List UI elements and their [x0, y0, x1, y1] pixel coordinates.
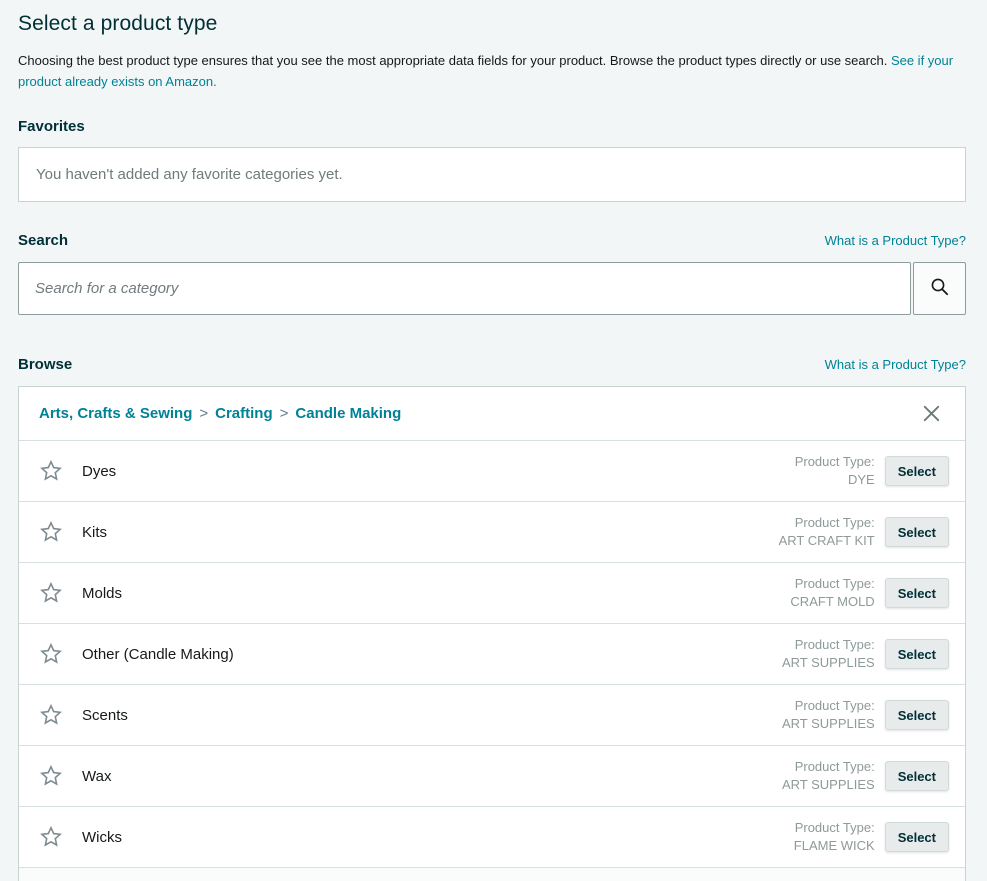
- select-button[interactable]: Select: [885, 700, 949, 730]
- star-icon: [39, 837, 63, 852]
- breadcrumb: Arts, Crafts & Sewing>Crafting>Candle Ma…: [39, 405, 401, 422]
- category-name: Molds: [82, 585, 122, 602]
- select-button[interactable]: Select: [885, 517, 949, 547]
- star-icon: [39, 532, 63, 547]
- product-type-info: Product Type: ART SUPPLIES: [782, 636, 875, 672]
- product-type-label: Product Type:: [795, 820, 875, 835]
- page-content: Select a product type Choosing the best …: [0, 0, 987, 881]
- star-icon: [39, 471, 63, 486]
- search-button[interactable]: [913, 262, 966, 315]
- favorite-star-button[interactable]: [39, 581, 63, 605]
- browse-header: Browse What is a Product Type?: [18, 356, 966, 373]
- breadcrumb-item-crafting[interactable]: Crafting: [215, 405, 273, 422]
- favorite-star-button[interactable]: [39, 703, 63, 727]
- category-name: Kits: [82, 524, 107, 541]
- product-type-info: Product Type: ART SUPPLIES: [782, 697, 875, 733]
- product-type-info: Product Type: ART SUPPLIES: [782, 758, 875, 794]
- page-description-text: Choosing the best product type ensures t…: [18, 53, 891, 68]
- favorite-star-button[interactable]: [39, 764, 63, 788]
- table-row: Scents Product Type: ART SUPPLIES Select: [19, 685, 965, 746]
- search-header: Search What is a Product Type?: [18, 232, 966, 249]
- product-type-value: ART CRAFT KIT: [779, 533, 875, 548]
- star-icon: [39, 593, 63, 608]
- breadcrumb-item-candle-making[interactable]: Candle Making: [295, 405, 401, 422]
- product-type-label: Product Type:: [795, 759, 875, 774]
- select-button[interactable]: Select: [885, 578, 949, 608]
- favorites-box: You haven't added any favorite categorie…: [18, 147, 966, 202]
- table-row: Wax Product Type: ART SUPPLIES Select: [19, 746, 965, 807]
- product-type-label: Product Type:: [795, 698, 875, 713]
- star-icon: [39, 776, 63, 791]
- product-type-value: ART SUPPLIES: [782, 655, 875, 670]
- product-type-value: ART SUPPLIES: [782, 777, 875, 792]
- select-button[interactable]: Select: [885, 822, 949, 852]
- favorite-star-button[interactable]: [39, 642, 63, 666]
- favorites-heading: Favorites: [18, 118, 966, 135]
- breadcrumb-separator: >: [192, 405, 215, 422]
- star-icon: [39, 654, 63, 669]
- select-button[interactable]: Select: [885, 639, 949, 669]
- table-row: Dyes Product Type: DYE Select: [19, 441, 965, 502]
- favorite-star-button[interactable]: [39, 520, 63, 544]
- table-row: Kits Product Type: ART CRAFT KIT Select: [19, 502, 965, 563]
- search-row: [18, 262, 966, 315]
- page-title: Select a product type: [18, 12, 966, 36]
- browse-heading: Browse: [18, 356, 72, 373]
- table-row-partial: [19, 868, 965, 881]
- product-type-info: Product Type: FLAME WICK: [794, 819, 875, 855]
- select-button[interactable]: Select: [885, 761, 949, 791]
- product-type-value: DYE: [848, 472, 875, 487]
- breadcrumb-item-arts-crafts-sewing[interactable]: Arts, Crafts & Sewing: [39, 405, 192, 422]
- breadcrumb-separator: >: [273, 405, 296, 422]
- favorite-star-button[interactable]: [39, 825, 63, 849]
- browse-container: Arts, Crafts & Sewing>Crafting>Candle Ma…: [18, 386, 966, 881]
- magnifier-icon: [929, 276, 951, 301]
- product-type-value: FLAME WICK: [794, 838, 875, 853]
- product-type-value: ART SUPPLIES: [782, 716, 875, 731]
- category-name: Wax: [82, 768, 111, 785]
- product-type-label: Product Type:: [795, 515, 875, 530]
- favorites-empty-message: You haven't added any favorite categorie…: [36, 166, 343, 183]
- category-name: Scents: [82, 707, 128, 724]
- table-row: Other (Candle Making) Product Type: ART …: [19, 624, 965, 685]
- product-type-label: Product Type:: [795, 576, 875, 591]
- page-description: Choosing the best product type ensures t…: [18, 50, 966, 92]
- product-type-info: Product Type: ART CRAFT KIT: [779, 514, 875, 550]
- search-heading: Search: [18, 232, 68, 249]
- product-type-info: Product Type: CRAFT MOLD: [790, 575, 874, 611]
- category-name: Dyes: [82, 463, 116, 480]
- product-type-info: Product Type: DYE: [795, 453, 875, 489]
- search-help-link[interactable]: What is a Product Type?: [825, 233, 966, 248]
- table-row: Wicks Product Type: FLAME WICK Select: [19, 807, 965, 868]
- category-name: Other (Candle Making): [82, 646, 234, 663]
- search-input[interactable]: [18, 262, 911, 315]
- close-icon: [920, 413, 943, 428]
- product-type-label: Product Type:: [795, 637, 875, 652]
- browse-help-link[interactable]: What is a Product Type?: [825, 357, 966, 372]
- category-name: Wicks: [82, 829, 122, 846]
- close-button[interactable]: [918, 400, 945, 427]
- table-row: Molds Product Type: CRAFT MOLD Select: [19, 563, 965, 624]
- star-icon: [39, 715, 63, 730]
- product-type-value: CRAFT MOLD: [790, 594, 874, 609]
- favorite-star-button[interactable]: [39, 459, 63, 483]
- product-type-label: Product Type:: [795, 454, 875, 469]
- breadcrumb-row: Arts, Crafts & Sewing>Crafting>Candle Ma…: [19, 387, 965, 441]
- select-button[interactable]: Select: [885, 456, 949, 486]
